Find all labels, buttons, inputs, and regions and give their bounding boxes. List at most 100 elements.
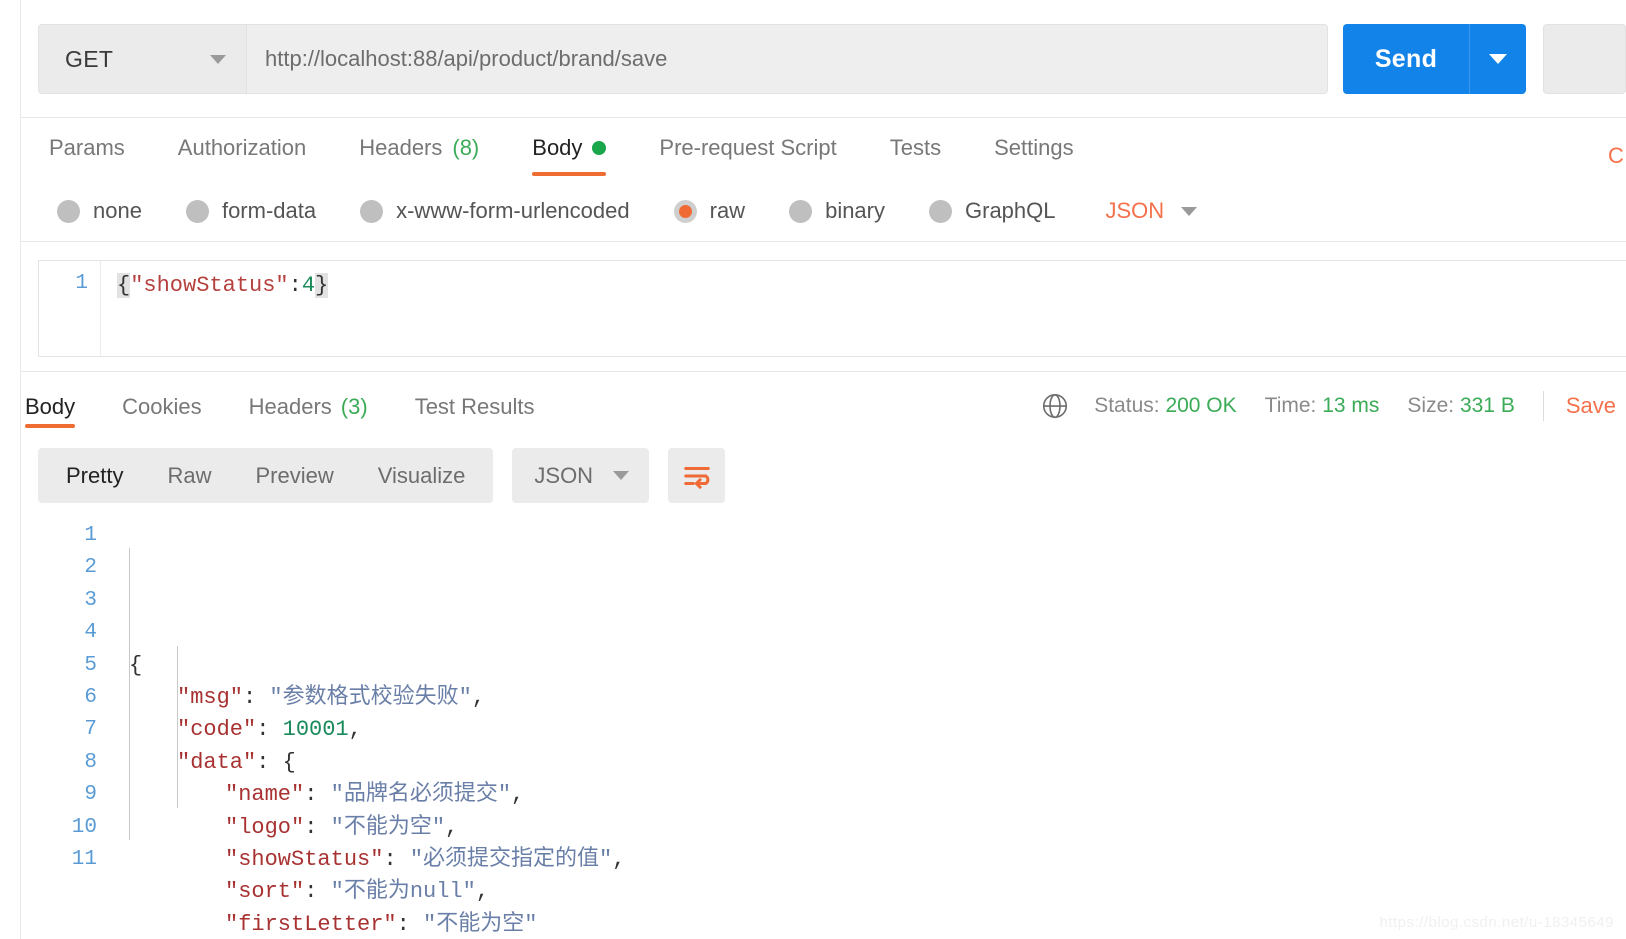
code-token: : bbox=[304, 879, 331, 905]
request-tab-count: (8) bbox=[452, 135, 480, 160]
body-type-binary[interactable]: binary bbox=[789, 198, 885, 224]
radio-icon bbox=[185, 199, 209, 223]
code-token: : bbox=[243, 685, 270, 711]
time-label: Time: bbox=[1264, 394, 1317, 417]
response-code-line: { bbox=[113, 650, 1626, 682]
radio-icon bbox=[673, 199, 697, 223]
divider-below-body-types bbox=[21, 241, 1626, 242]
line-number: 9 bbox=[84, 783, 97, 807]
response-body-editor[interactable]: 1 2 3 4 5 6 7 8 9 10 11 {"msg": "参数格式校验失败", "code":… bbox=[21, 518, 1626, 937]
request-tab-body[interactable]: Body bbox=[532, 118, 607, 180]
code-token: , bbox=[471, 685, 486, 711]
response-tab-body[interactable]: Body bbox=[25, 372, 76, 432]
code-token: : bbox=[304, 782, 331, 808]
code-token: : bbox=[383, 846, 410, 872]
size-metric: Size: 331 B bbox=[1407, 394, 1514, 418]
line-number: 5 bbox=[84, 653, 97, 677]
code-token: 10001 bbox=[282, 717, 349, 743]
body-type-none[interactable]: none bbox=[57, 198, 142, 224]
body-type-row: none form-data x-www-form-urlencoded raw bin… bbox=[21, 182, 1626, 240]
request-tab-label: Params bbox=[49, 135, 125, 160]
response-tab-bar: Body Cookies Headers (3) Test Results Status… bbox=[21, 372, 1626, 432]
response-view-raw[interactable]: Raw bbox=[145, 463, 233, 489]
body-type-raw[interactable]: raw bbox=[673, 198, 746, 224]
response-tab-cookies[interactable]: Cookies bbox=[122, 372, 201, 432]
request-tab-settings[interactable]: Settings bbox=[994, 118, 1074, 180]
body-type-form-data[interactable]: form-data bbox=[185, 198, 316, 224]
code-token: "showStatus" bbox=[225, 846, 384, 872]
request-tab-label: Settings bbox=[994, 135, 1074, 160]
json-colon: : bbox=[288, 273, 302, 298]
response-tab-count: (3) bbox=[340, 394, 368, 419]
response-code-line: "showStatus": "必须提交指定的值", bbox=[113, 844, 1626, 876]
chevron-down-icon bbox=[1489, 54, 1507, 64]
body-type-graphql[interactable]: GraphQL bbox=[929, 198, 1056, 224]
send-button[interactable]: Send bbox=[1343, 24, 1469, 94]
response-view-pretty[interactable]: Pretty bbox=[44, 463, 145, 489]
code-token: "不能为空" bbox=[423, 911, 538, 937]
globe-icon bbox=[1040, 391, 1070, 421]
chevron-down-icon bbox=[1181, 206, 1198, 216]
response-format-selector[interactable]: JSON bbox=[512, 448, 650, 503]
request-tab-headers[interactable]: Headers (8) bbox=[359, 118, 479, 180]
radio-icon bbox=[360, 199, 384, 223]
http-method-selector[interactable]: GET bbox=[39, 25, 247, 93]
watermark: https://blog.csdn.net/u-18345649 bbox=[1379, 914, 1614, 931]
request-tab-authorization[interactable]: Authorization bbox=[178, 118, 306, 180]
status-value: 200 OK bbox=[1165, 394, 1237, 417]
body-type-label: raw bbox=[709, 198, 746, 223]
request-tab-params[interactable]: Params bbox=[49, 118, 125, 180]
body-type-x-www-form-urlencoded[interactable]: x-www-form-urlencoded bbox=[360, 198, 630, 224]
code-token: "参数格式校验失败" bbox=[269, 685, 472, 711]
response-tab-label: Cookies bbox=[122, 394, 202, 419]
json-close-brace: } bbox=[315, 273, 329, 298]
response-code-line: "msg": "参数格式校验失败", bbox=[113, 682, 1626, 714]
request-tab-label: Pre-request Script bbox=[659, 135, 837, 160]
code-token: , bbox=[348, 717, 362, 743]
request-tab-label: Authorization bbox=[177, 135, 307, 160]
line-number: 1 bbox=[84, 524, 97, 547]
code-token: "sort" bbox=[225, 879, 305, 905]
response-view-visualize[interactable]: Visualize bbox=[356, 463, 488, 489]
response-tab-headers[interactable]: Headers (3) bbox=[249, 372, 368, 432]
wrap-lines-button[interactable] bbox=[668, 448, 726, 503]
code-token: "msg" bbox=[177, 685, 244, 711]
response-view-preview[interactable]: Preview bbox=[233, 463, 355, 489]
json-value-showstatus: 4 bbox=[301, 273, 316, 298]
response-editor-gutter: 1 2 3 4 5 6 7 8 9 10 11 bbox=[21, 518, 113, 918]
code-token: "data" bbox=[177, 749, 257, 775]
chevron-down-icon bbox=[613, 471, 630, 480]
raw-format-label: JSON bbox=[1105, 198, 1165, 223]
code-token: : bbox=[256, 717, 283, 743]
code-token: : bbox=[256, 749, 283, 775]
response-tab-label: Test Results bbox=[414, 394, 535, 419]
response-meta: Status: 200 OK Time: 13 ms Size: 331 B S… bbox=[1040, 383, 1626, 421]
body-type-label: binary bbox=[825, 198, 885, 223]
response-code-line: "code": 10001, bbox=[113, 714, 1626, 746]
send-options-button[interactable] bbox=[1469, 24, 1526, 94]
radio-icon bbox=[929, 199, 952, 223]
response-tab-test-results[interactable]: Test Results bbox=[415, 372, 535, 432]
save-response-link[interactable]: Save bbox=[1566, 393, 1616, 419]
save-request-button[interactable] bbox=[1543, 24, 1626, 94]
response-editor-code[interactable]: {"msg": "参数格式校验失败", "code": 10001, "data":… bbox=[113, 518, 1626, 937]
request-tab-pre-request-script[interactable]: Pre-request Script bbox=[659, 118, 836, 180]
request-tab-tests[interactable]: Tests bbox=[890, 118, 941, 180]
size-value: 331 B bbox=[1459, 394, 1515, 417]
json-key-showstatus: "showStatus" bbox=[130, 273, 289, 298]
code-token: "不能为null" bbox=[330, 879, 476, 905]
body-type-label: x-www-form-urlencoded bbox=[396, 198, 630, 223]
request-tabs-right-cut[interactable]: C bbox=[1608, 118, 1626, 180]
url-input[interactable]: http://localhost:88/api/product/brand/sa… bbox=[247, 25, 1327, 93]
code-token: , bbox=[612, 846, 626, 872]
response-tab-label: Headers bbox=[248, 394, 332, 419]
code-token: "必须提交指定的值" bbox=[409, 846, 613, 872]
request-body-editor[interactable]: 1 {"showStatus":4} bbox=[38, 260, 1626, 357]
code-token: "name" bbox=[225, 782, 305, 808]
radio-icon bbox=[789, 199, 813, 223]
code-token: { bbox=[129, 652, 143, 678]
code-token: "不能为空" bbox=[330, 814, 446, 840]
raw-format-selector[interactable]: JSON bbox=[1106, 198, 1198, 224]
code-token: , bbox=[445, 814, 459, 840]
request-editor-code[interactable]: {"showStatus":4} bbox=[101, 261, 1626, 356]
